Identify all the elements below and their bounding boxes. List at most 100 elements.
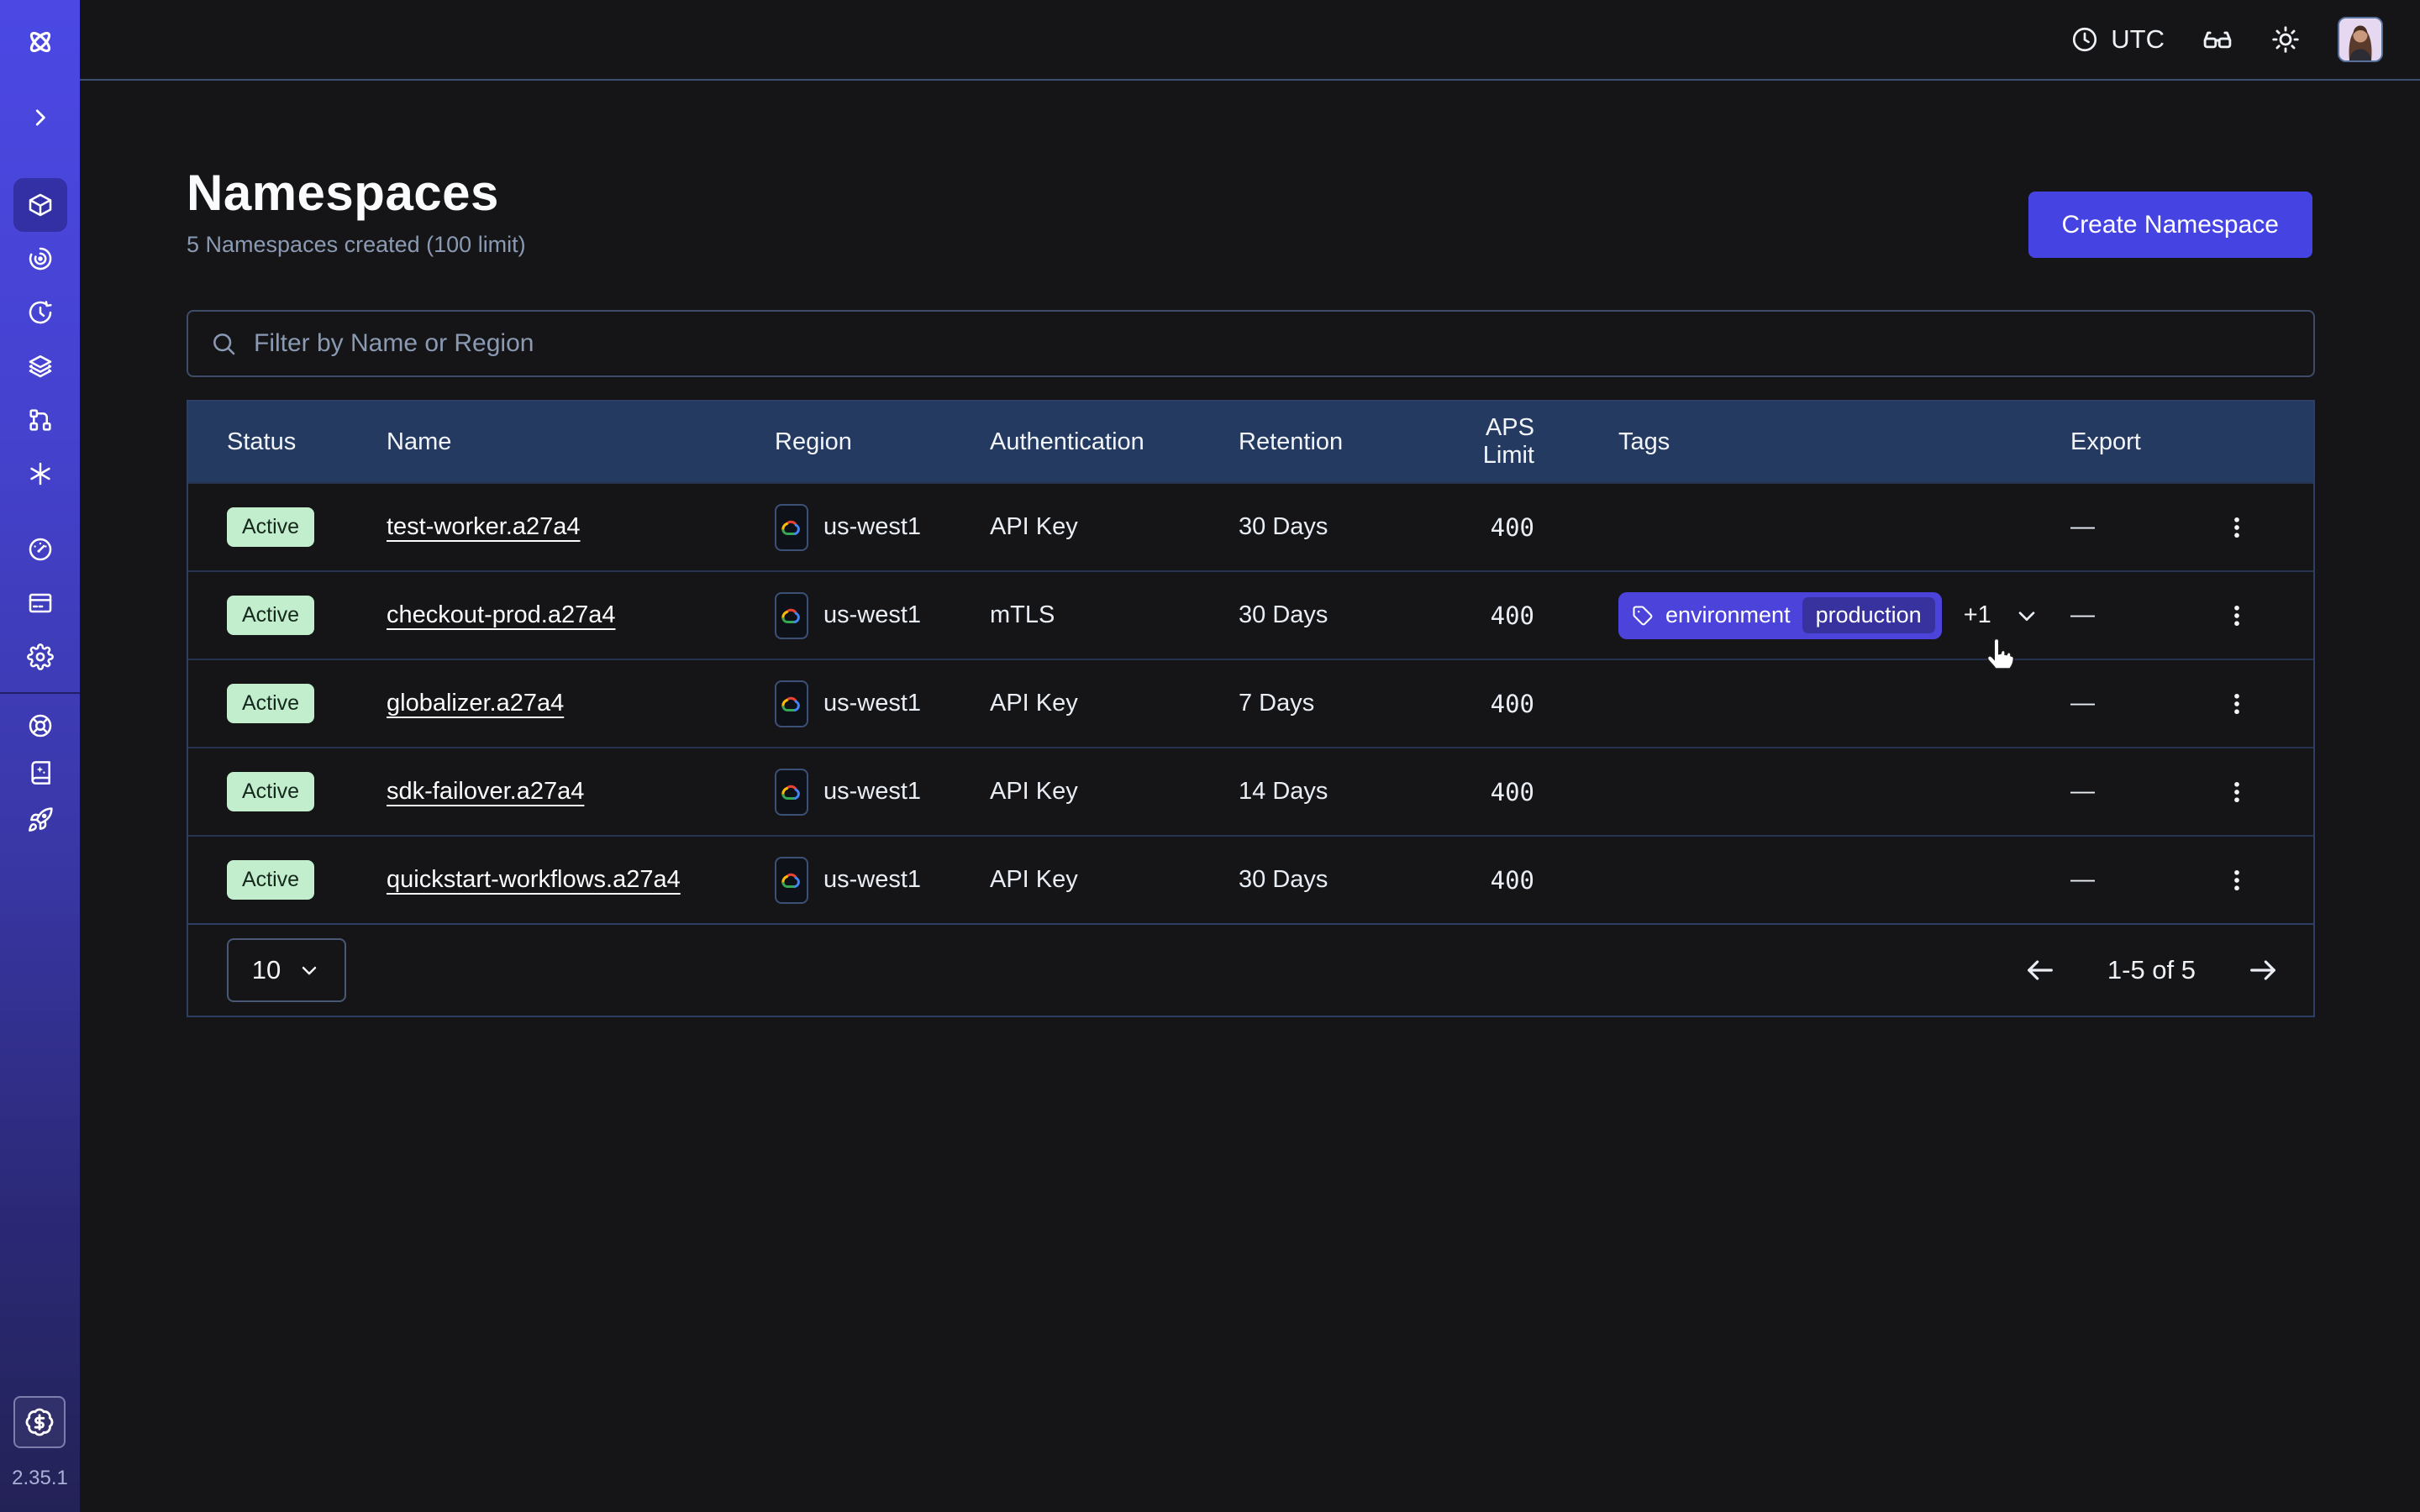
auth-label: API Key <box>990 866 1239 894</box>
table-row: Active sdk-failover.a27a4 us-west1 API K… <box>188 747 2313 835</box>
column-header-tags: Tags <box>1534 428 2024 456</box>
row-actions-button[interactable] <box>2174 866 2300 895</box>
table-row: Active checkout-prod.a27a4 us-west1 mTLS… <box>188 570 2313 659</box>
row-actions-button[interactable] <box>2174 690 2300 718</box>
kebab-menu-icon <box>2223 513 2251 542</box>
retention-label: 30 Days <box>1239 513 1432 541</box>
kebab-menu-icon <box>2223 778 2251 806</box>
arrow-right-icon <box>2246 953 2280 987</box>
column-header-export: Export <box>2024 428 2174 456</box>
auth-label: API Key <box>990 778 1239 806</box>
tags-more-count: +1 <box>1964 601 1991 629</box>
pricing-button[interactable] <box>13 1396 66 1448</box>
aps-limit-value: 400 <box>1432 866 1534 895</box>
export-value: — <box>2024 778 2174 806</box>
namespace-link[interactable]: sdk-failover.a27a4 <box>387 778 584 805</box>
temporal-logo[interactable] <box>13 15 67 69</box>
badge-dollar-icon <box>24 1407 55 1437</box>
avatar-image <box>2339 18 2381 60</box>
gcp-cloud-icon <box>775 857 808 904</box>
namespaces-cube-icon <box>27 192 54 218</box>
sidebar-item-getting-started[interactable] <box>13 796 67 843</box>
sidebar-item-billing[interactable] <box>13 576 67 630</box>
region-label: us-west1 <box>823 513 921 541</box>
theme-toggle-button[interactable] <box>2270 24 2301 55</box>
sidebar-item-support[interactable] <box>13 702 67 749</box>
page-subtitle: 5 Namespaces created (100 limit) <box>187 232 2315 258</box>
next-page-button[interactable] <box>2246 953 2280 987</box>
timezone-label: UTC <box>2111 24 2165 55</box>
temporal-logo-icon <box>24 25 57 59</box>
column-header-region: Region <box>775 428 990 456</box>
batch-branch-icon <box>27 407 54 433</box>
workflows-icon <box>27 245 54 272</box>
create-namespace-button[interactable]: Create Namespace <box>2028 192 2312 258</box>
page-size-value: 10 <box>252 955 281 985</box>
sidebar-item-deployments[interactable] <box>13 339 67 393</box>
sidebar-item-docs[interactable] <box>13 749 67 796</box>
sidebar: 2.35.1 <box>0 0 80 1512</box>
retention-label: 14 Days <box>1239 778 1432 806</box>
auth-label: API Key <box>990 513 1239 541</box>
table-row: Active globalizer.a27a4 us-west1 API Key… <box>188 659 2313 747</box>
tag-icon <box>1632 605 1654 627</box>
namespace-link[interactable]: test-worker.a27a4 <box>387 513 581 540</box>
column-header-aps-limit: APS Limit <box>1432 414 1534 470</box>
sidebar-item-settings[interactable] <box>13 630 67 684</box>
region-label: us-west1 <box>823 601 921 629</box>
tag-badge[interactable]: environment production <box>1618 592 1942 639</box>
gcp-cloud-icon <box>775 769 808 816</box>
sun-icon <box>2270 24 2301 55</box>
getting-started-rocket-icon <box>27 806 54 833</box>
usage-gauge-icon <box>27 536 54 563</box>
gcp-cloud-icon <box>775 504 808 551</box>
deployments-layers-icon <box>27 353 54 380</box>
status-badge: Active <box>227 860 314 900</box>
column-header-retention: Retention <box>1239 428 1432 456</box>
settings-gear-icon <box>27 643 54 670</box>
namespace-link[interactable]: quickstart-workflows.a27a4 <box>387 866 681 893</box>
sidebar-item-batch-operations[interactable] <box>13 393 67 447</box>
row-actions-button[interactable] <box>2174 513 2300 542</box>
status-badge: Active <box>227 684 314 723</box>
search-icon <box>210 330 237 357</box>
row-actions-button[interactable] <box>2174 601 2300 630</box>
filter-input[interactable] <box>254 329 2291 358</box>
sidebar-item-namespaces[interactable] <box>13 178 67 232</box>
prev-page-button[interactable] <box>2023 953 2057 987</box>
export-value: — <box>2024 690 2174 717</box>
row-actions-button[interactable] <box>2174 778 2300 806</box>
export-value: — <box>2024 513 2174 541</box>
sidebar-item-schedules[interactable] <box>13 286 67 339</box>
labs-toggle-button[interactable] <box>2202 24 2233 55</box>
sidebar-item-usage[interactable] <box>13 522 67 576</box>
table-row: Active quickstart-workflows.a27a4 us-wes… <box>188 835 2313 923</box>
retention-label: 7 Days <box>1239 690 1432 717</box>
namespace-link[interactable]: checkout-prod.a27a4 <box>387 601 615 628</box>
column-header-authentication: Authentication <box>990 428 1239 456</box>
export-value: — <box>2024 866 2174 894</box>
docs-book-icon <box>27 759 54 786</box>
namespace-link[interactable]: globalizer.a27a4 <box>387 690 564 717</box>
billing-card-icon <box>27 590 54 617</box>
aps-limit-value: 400 <box>1432 690 1534 718</box>
region-label: us-west1 <box>823 690 921 717</box>
user-avatar[interactable] <box>2338 17 2383 62</box>
support-lifebuoy-icon <box>27 712 54 739</box>
page-size-select[interactable]: 10 <box>227 938 346 1002</box>
timezone-selector[interactable]: UTC <box>2070 24 2165 55</box>
status-badge: Active <box>227 596 314 635</box>
table-row: Active test-worker.a27a4 us-west1 API Ke… <box>188 482 2313 570</box>
column-header-name: Name <box>387 428 775 456</box>
topbar: UTC <box>80 0 2420 81</box>
sidebar-expand-button[interactable] <box>13 91 67 144</box>
sidebar-item-workflows[interactable] <box>13 232 67 286</box>
region-label: us-west1 <box>823 778 921 806</box>
sidebar-item-nexus[interactable] <box>13 447 67 501</box>
tag-key: environment <box>1665 602 1791 628</box>
kebab-menu-icon <box>2223 866 2251 895</box>
export-value: — <box>2024 601 2174 629</box>
aps-limit-value: 400 <box>1432 513 1534 542</box>
status-badge: Active <box>227 772 314 811</box>
table-header-row: Status Name Region Authentication Retent… <box>188 402 2313 482</box>
